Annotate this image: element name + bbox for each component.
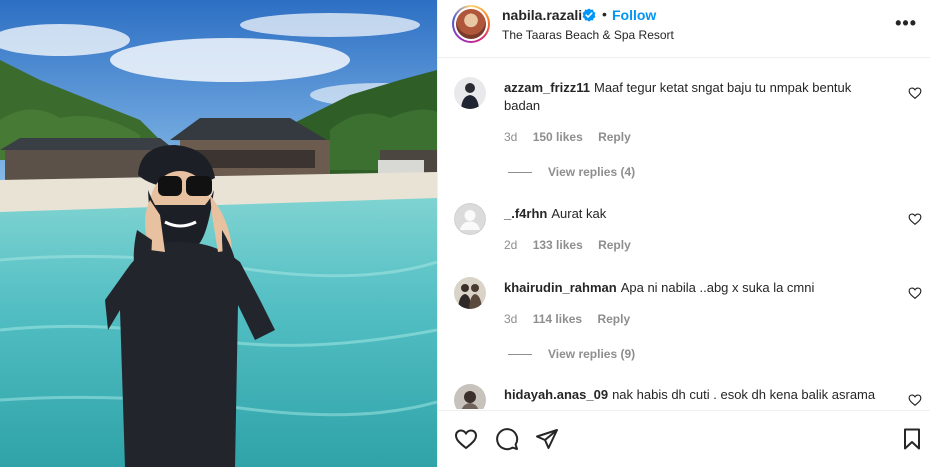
- commenter-avatar[interactable]: [454, 277, 486, 309]
- comment-username[interactable]: azzam_frizz11: [504, 80, 590, 95]
- replies-divider: [508, 354, 532, 356]
- more-options-icon[interactable]: •••: [895, 13, 917, 34]
- comment-meta: 3d 150 likes Reply: [504, 130, 643, 144]
- replies-divider: [508, 172, 532, 174]
- bookmark-icon[interactable]: [900, 427, 924, 451]
- comment-time: 3d: [504, 312, 518, 326]
- comment-time: 3d: [504, 130, 518, 144]
- comment-likes[interactable]: 150 likes: [533, 130, 583, 144]
- comment-meta: 3d 114 likes Reply: [504, 312, 642, 326]
- post-photo: [0, 0, 437, 467]
- follow-button[interactable]: Follow: [612, 7, 656, 23]
- comment-like-icon[interactable]: [908, 212, 922, 226]
- post-location[interactable]: The Taaras Beach & Spa Resort: [502, 28, 674, 42]
- author-username[interactable]: nabila.razali: [502, 7, 582, 23]
- view-replies-button[interactable]: View replies (4): [508, 165, 635, 179]
- comment-time: 2d: [504, 238, 518, 252]
- comment-like-icon[interactable]: [908, 393, 922, 407]
- heart-icon[interactable]: [454, 427, 478, 451]
- view-replies-label: View replies (9): [548, 347, 636, 361]
- post-panel: nabila.razali • Follow The Taaras Beach …: [437, 0, 930, 467]
- comment-body: hidayah.anas_09 nak habis dh cuti . esok …: [504, 386, 889, 404]
- post-actions-bar: [438, 410, 930, 467]
- comments-list[interactable]: azzam_frizz11 Maaf tegur ketat sngat baju…: [438, 59, 930, 409]
- comment-body: _.f4rhn Aurat kak: [504, 205, 889, 223]
- reply-button[interactable]: Reply: [597, 312, 630, 326]
- author-avatar[interactable]: [452, 5, 490, 43]
- comment-meta: 2d 133 likes Reply: [504, 238, 643, 252]
- beach-photo-illustration: [0, 0, 437, 467]
- comment-username[interactable]: hidayah.anas_09: [504, 387, 608, 402]
- comment-username[interactable]: khairudin_rahman: [504, 280, 617, 295]
- comment-icon[interactable]: [495, 427, 519, 451]
- reply-button[interactable]: Reply: [598, 238, 631, 252]
- comment-like-icon[interactable]: [908, 86, 922, 100]
- comment-text: Apa ni nabila ..abg x suka la cmni: [620, 280, 815, 295]
- commenter-avatar[interactable]: [454, 203, 486, 235]
- commenter-avatar[interactable]: [454, 77, 486, 109]
- view-replies-button[interactable]: View replies (9): [508, 347, 635, 361]
- comment-like-icon[interactable]: [908, 286, 922, 300]
- view-replies-label: View replies (4): [548, 165, 636, 179]
- reply-button[interactable]: Reply: [598, 130, 631, 144]
- commenter-avatar[interactable]: [454, 384, 486, 409]
- comment-username[interactable]: _.f4rhn: [504, 206, 547, 221]
- header-separator: •: [602, 6, 607, 22]
- comment-text: nak habis dh cuti . esok dh kena balik a…: [612, 387, 876, 402]
- verified-badge-icon: [582, 8, 596, 22]
- post-header: nabila.razali • Follow The Taaras Beach …: [438, 0, 930, 58]
- share-icon[interactable]: [535, 427, 559, 451]
- comment-body: azzam_frizz11 Maaf tegur ketat sngat baju…: [504, 79, 889, 115]
- comment-text: Aurat kak: [551, 206, 607, 221]
- comment-likes[interactable]: 133 likes: [533, 238, 583, 252]
- comment-likes[interactable]: 114 likes: [533, 312, 582, 326]
- comment-body: khairudin_rahman Apa ni nabila ..abg x su…: [504, 279, 889, 297]
